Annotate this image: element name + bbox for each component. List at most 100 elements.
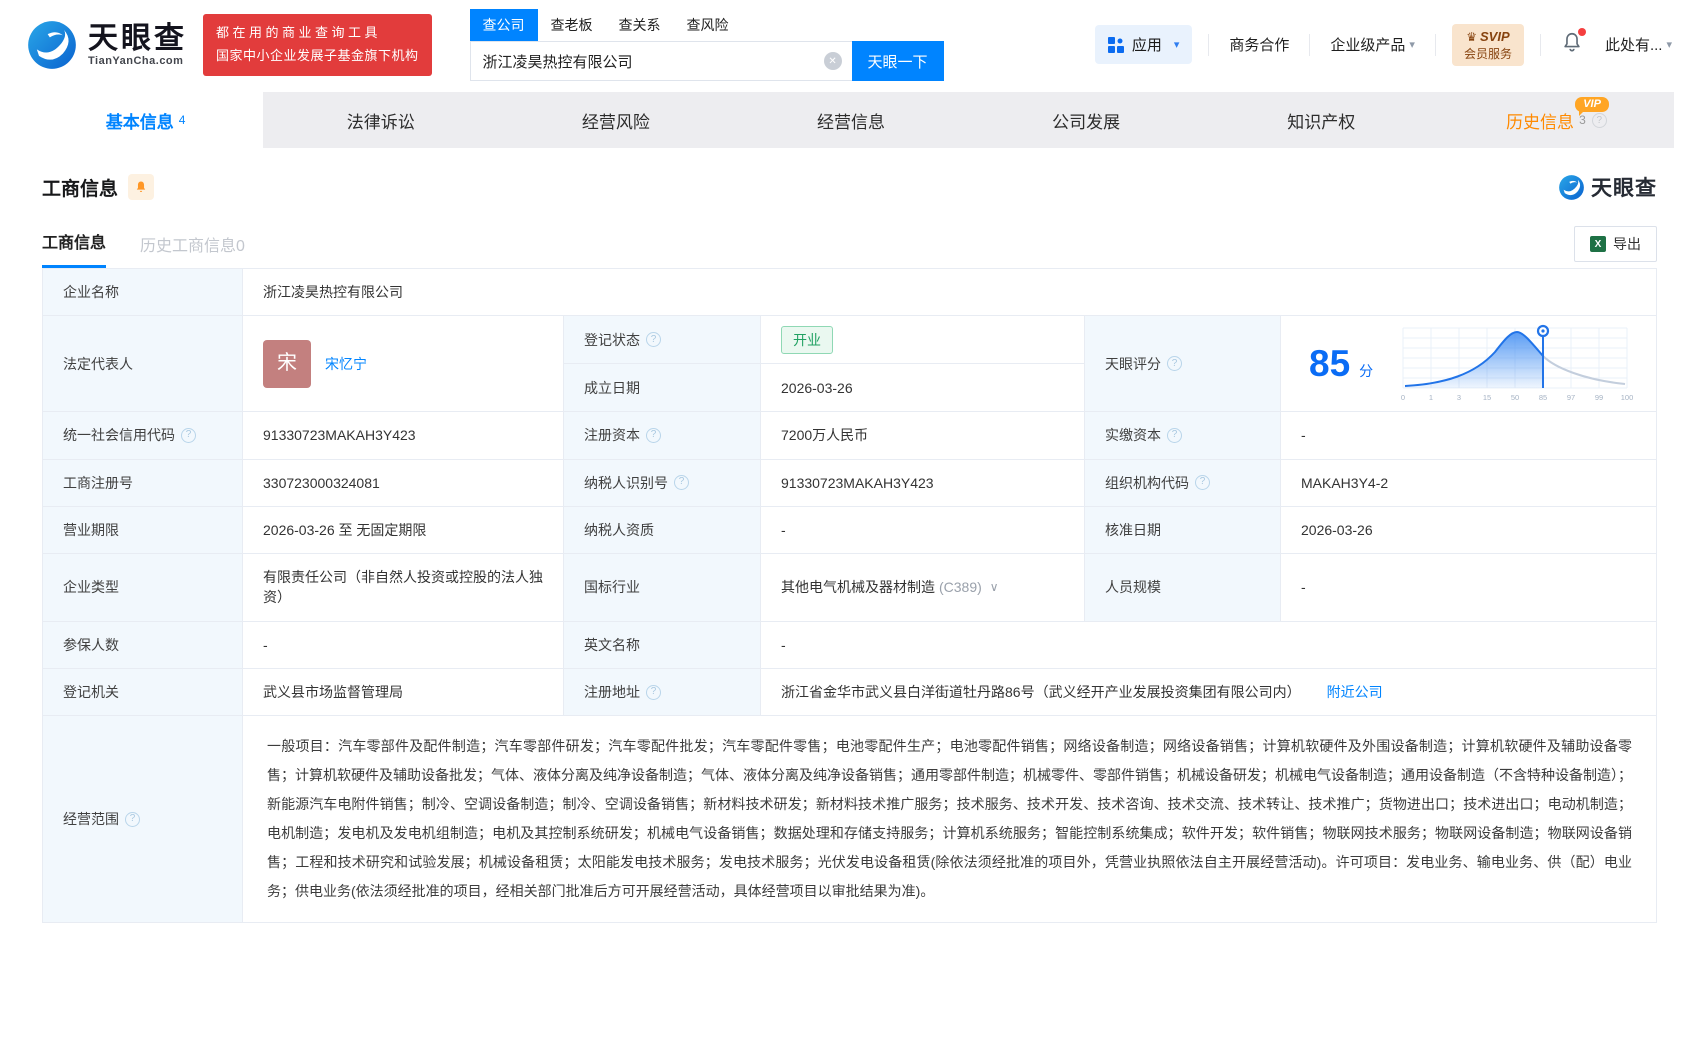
tick-label: 1 [1429,393,1433,402]
subscribe-bell-button[interactable] [128,174,154,200]
enterprise-label: 企业级产品 [1330,34,1405,55]
divider [1309,34,1310,56]
table-row: 企业名称 浙江凌昊热控有限公司 [43,269,1656,316]
company-type-value: 有限责任公司（非自然人投资或控股的法人独资） [243,554,564,622]
tab-ip-label: 知识产权 [1287,108,1355,133]
chevron-down-icon[interactable]: ∨ [990,579,999,596]
apps-grid-icon [1108,37,1124,53]
insured-count-label: 参保人数 [43,622,243,669]
search-input[interactable] [470,41,852,81]
vip-badge: VIP [1575,97,1609,112]
credit-code-label: 统一社会信用代码 ? [43,412,243,459]
nearby-companies-link[interactable]: 附近公司 [1327,682,1383,702]
table-row: 统一社会信用代码 ? 91330723MAKAH3Y423 注册资本 ? 720… [43,412,1656,459]
org-code-label-text: 组织机构代码 [1105,473,1189,493]
search-block: 查公司 查老板 查关系 查风险 ✕ 天眼一下 [470,9,944,81]
legal-rep-label: 法定代表人 [43,316,243,412]
search-tab-company[interactable]: 查公司 [470,9,538,41]
help-icon[interactable]: ? [1167,356,1182,371]
apps-menu-button[interactable]: 应用 ▾ [1095,25,1193,64]
tab-basic-info[interactable]: 基本信息 4 [28,92,263,148]
tab-development-label: 公司发展 [1052,108,1120,133]
tick-label: 50 [1511,393,1519,402]
english-name-label: 英文名称 [564,622,761,669]
company-type-label: 企业类型 [43,554,243,622]
search-button[interactable]: 天眼一下 [852,41,944,81]
tab-risk-label: 经营风险 [582,108,650,133]
tab-operation-label: 经营信息 [817,108,885,133]
tab-legal-label: 法律诉讼 [347,108,415,133]
business-cooperation-link[interactable]: 商务合作 [1225,34,1293,55]
paid-capital-label: 实缴资本 ? [1085,412,1281,459]
tab-operating-risk[interactable]: 经营风险 [498,92,733,148]
tab-operating-info[interactable]: 经营信息 [733,92,968,148]
enterprise-products-link[interactable]: 企业级产品 ▾ [1326,34,1419,55]
reg-authority-value: 武义县市场监督管理局 [243,669,564,716]
reg-status-value: 开业 [761,316,1085,364]
divider [1208,34,1209,56]
crown-icon: ♛ [1466,29,1477,45]
help-icon[interactable]: ? [125,812,140,827]
org-code-value: MAKAH3Y4-2 [1281,460,1656,507]
tab-company-development[interactable]: 公司发展 [969,92,1204,148]
score-label: 天眼评分 ? [1085,316,1281,412]
subtab-history-label: 历史工商信息 [140,238,236,255]
tick-label: 15 [1483,393,1491,402]
legal-rep-link[interactable]: 宋忆宁 [325,354,367,374]
help-icon[interactable]: ? [674,475,689,490]
org-code-label: 组织机构代码 ? [1085,460,1281,507]
help-icon[interactable]: ? [1167,428,1182,443]
svip-member-button[interactable]: ♛ SVIP 会员服务 [1452,24,1524,66]
score-label-text: 天眼评分 [1105,354,1161,374]
subtab-business-info[interactable]: 工商信息 [42,229,106,268]
score-value: 85 [1309,345,1350,382]
reg-capital-value: 7200万人民币 [761,412,1085,459]
watermark-logo: 天眼查 [1558,172,1657,202]
help-icon[interactable]: ? [181,428,196,443]
help-icon[interactable]: ? [1592,113,1607,128]
caret-down-icon: ▾ [1174,38,1180,51]
table-row: 营业期限 2026-03-26 至 无固定期限 纳税人资质 - 核准日期 202… [43,507,1656,554]
search-tab-boss[interactable]: 查老板 [538,9,606,41]
tab-intellectual-property[interactable]: 知识产权 [1204,92,1439,148]
reg-number-label: 工商注册号 [43,460,243,507]
top-nav: 应用 ▾ 商务合作 企业级产品 ▾ ♛ SVIP 会员服务 [1095,24,1676,66]
taxpayer-quality-label: 纳税人资质 [564,507,761,554]
company-name-value: 浙江凌昊热控有限公司 [243,269,1656,316]
establish-date-value: 2026-03-26 [761,364,1085,412]
tab-history-label: 历史信息 [1506,108,1574,133]
divider [1435,34,1436,56]
subtab-history-count: 0 [236,238,245,255]
tick-label: 99 [1595,393,1603,402]
approval-date-label: 核准日期 [1085,507,1281,554]
brand-name: 天眼查 [88,23,187,55]
help-icon[interactable]: ? [646,332,661,347]
help-icon[interactable]: ? [646,685,661,700]
export-button[interactable]: X 导出 [1574,226,1657,262]
tab-legal[interactable]: 法律诉讼 [263,92,498,148]
bell-icon [134,180,148,194]
help-icon[interactable]: ? [646,428,661,443]
reg-address-value: 浙江省金华市武义县白洋街道牡丹路86号（武义经开产业发展投资集团有限公司内） 附… [761,669,1656,716]
table-row: 工商注册号 330723000324081 纳税人识别号 ? 91330723M… [43,460,1656,507]
more-menu-link[interactable]: 此处有... ▾ [1601,34,1676,55]
score-cell[interactable]: 85 分 [1281,316,1656,412]
cooperation-label: 商务合作 [1229,34,1289,55]
clear-search-icon[interactable]: ✕ [824,52,842,70]
search-tab-risk[interactable]: 查风险 [674,9,742,41]
reg-status-label-text: 登记状态 [584,330,640,350]
tianyancha-logo[interactable]: 天眼查 TianYanCha.com [26,19,187,71]
taxpayer-id-label-text: 纳税人识别号 [584,473,668,493]
help-icon[interactable]: ? [1195,475,1210,490]
tick-label: 100 [1621,393,1634,402]
search-tabs: 查公司 查老板 查关系 查风险 [470,9,944,41]
notification-bell-button[interactable] [1561,31,1583,58]
search-tab-relation[interactable]: 查关系 [606,9,674,41]
table-row: 企业类型 有限责任公司（非自然人投资或控股的法人独资） 国标行业 其他电气机械及… [43,554,1656,622]
reg-status-label: 登记状态 ? [564,316,761,364]
tab-history-info[interactable]: VIP 历史信息 3 ? [1439,92,1674,148]
paid-capital-label-text: 实缴资本 [1105,425,1161,445]
reg-capital-label: 注册资本 ? [564,412,761,459]
industry-label: 国标行业 [564,554,761,622]
subtab-history-business-info[interactable]: 历史工商信息0 [140,232,245,268]
